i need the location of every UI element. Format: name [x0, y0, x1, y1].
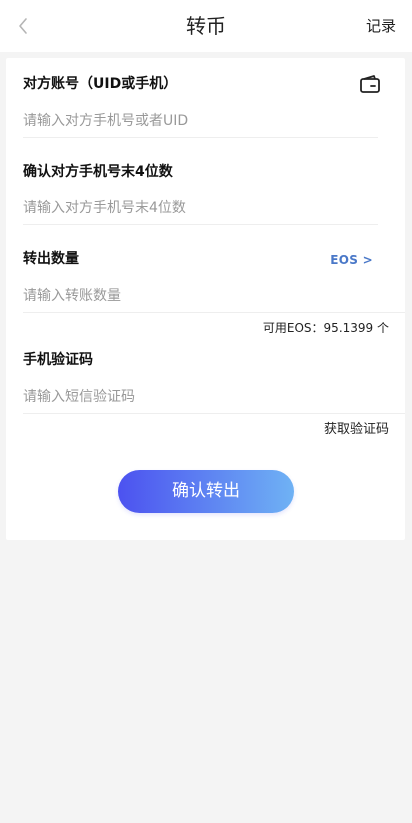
phone-confirm-label: 确认对方手机号末4位数 [23, 164, 173, 180]
sms-code-label: 手机验证码 [23, 352, 93, 368]
amount-label: 转出数量 [23, 251, 79, 267]
top-bar: 转币 记录 [0, 0, 412, 52]
account-label: 对方账号（UID或手机） [23, 76, 178, 92]
currency-selector[interactable]: EOS > [330, 251, 373, 269]
account-input[interactable] [23, 104, 378, 138]
sms-code-input[interactable] [23, 380, 405, 414]
wallet-icon[interactable] [359, 74, 381, 94]
transfer-page: 转币 记录 对方账号（UID或手机） 确认对方手机号末4位数 转出数量 EOS … [0, 0, 412, 823]
transfer-form: 对方账号（UID或手机） 确认对方手机号末4位数 转出数量 EOS > 可用EO… [6, 58, 405, 540]
page-title: 转币 [186, 14, 226, 38]
amount-input[interactable] [23, 279, 405, 313]
phone-last4-input[interactable] [23, 191, 378, 225]
confirm-transfer-button[interactable]: 确认转出 [118, 470, 294, 513]
get-code-button[interactable]: 获取验证码 [324, 421, 389, 439]
available-balance: 可用EOS：95.1399 个 [262, 321, 389, 335]
records-link[interactable]: 记录 [366, 15, 396, 37]
